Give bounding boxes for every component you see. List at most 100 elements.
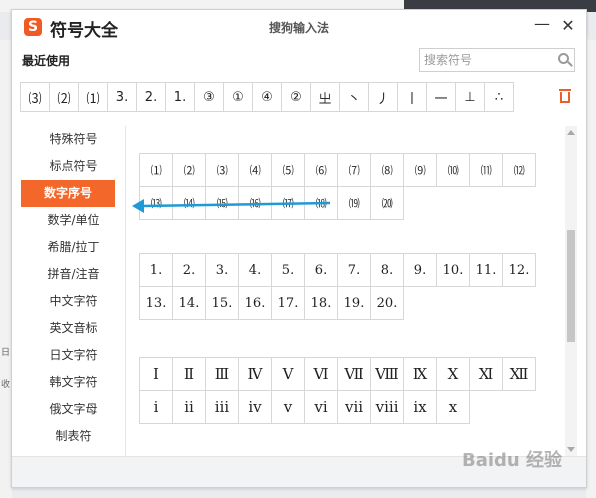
close-button[interactable]: ✕ (558, 16, 578, 36)
recent-label: 最近使用 (22, 54, 71, 68)
symbol-cell[interactable]: Ⅶ (337, 357, 371, 391)
symbol-cell[interactable]: ⅹ (436, 390, 470, 424)
symbol-cell[interactable]: ⑴ (139, 153, 173, 187)
sidebar-item[interactable]: 制表符 (21, 423, 126, 450)
recent-symbol[interactable]: 2. (136, 82, 166, 112)
symbol-cell[interactable]: 4. (238, 253, 272, 287)
symbol-cell[interactable]: Ⅷ (370, 357, 404, 391)
sidebar-item[interactable]: 英文音标 (21, 315, 126, 342)
symbol-cell[interactable]: ⑹ (304, 153, 338, 187)
sidebar-item[interactable]: 中文字符 (21, 288, 126, 315)
recent-symbol[interactable]: ⑶ (20, 82, 50, 112)
recent-symbols: ⑶ ⑵ ⑴ 3. 2. 1. ③ ① ④ ② 㞢丶丿丨一 ⊥ ∴ (20, 82, 514, 112)
sidebar-item[interactable]: 俄文字母 (21, 396, 126, 423)
symbol-cell[interactable]: 8. (370, 253, 404, 287)
symbol-cell[interactable]: ⑷ (238, 153, 272, 187)
search-icon[interactable] (558, 53, 569, 64)
symbol-cell[interactable]: ⒆ (337, 186, 371, 220)
recent-symbol[interactable]: ④ (252, 82, 282, 112)
symbol-cell[interactable]: Ⅹ (436, 357, 470, 391)
symbol-cell[interactable]: ⅴ (271, 390, 305, 424)
recent-symbol[interactable]: ① (223, 82, 253, 112)
recent-symbol[interactable]: 丿 (368, 82, 398, 112)
symbol-cell[interactable]: 6. (304, 253, 338, 287)
scroll-down-arrow-icon[interactable] (567, 447, 575, 452)
symbol-cell[interactable]: 14. (172, 286, 206, 320)
recent-symbol[interactable]: 1. (165, 82, 195, 112)
symbol-cell[interactable]: 7. (337, 253, 371, 287)
symbol-cell[interactable]: ⑿ (502, 153, 536, 187)
sidebar-item[interactable]: 拼音/注音 (21, 261, 126, 288)
scroll-thumb[interactable] (567, 230, 575, 342)
recent-symbol[interactable]: 一 (426, 82, 456, 112)
scroll-up-arrow-icon[interactable] (567, 130, 575, 135)
symbol-cell[interactable]: ⅰ (139, 390, 173, 424)
symbol-cell[interactable]: ⅲ (205, 390, 239, 424)
symbol-cell[interactable]: Ⅳ (238, 357, 272, 391)
symbol-cell[interactable]: 15. (205, 286, 239, 320)
symbol-cell[interactable]: ⑽ (436, 153, 470, 187)
symbol-cell[interactable]: ⅳ (238, 390, 272, 424)
background-right-strip (586, 40, 596, 498)
symbol-row: 1. 2. 3. 4. 5. 6. 7. 8. 9. 10. 11. 12. (139, 253, 536, 287)
sidebar-item[interactable]: 数字序号 (21, 180, 115, 207)
symbol-cell[interactable]: Ⅻ (502, 357, 536, 391)
symbol-cell[interactable]: 19. (337, 286, 371, 320)
symbol-cell[interactable]: 20. (370, 286, 404, 320)
symbol-cell[interactable]: 16. (238, 286, 272, 320)
symbol-cell[interactable]: Ⅺ (469, 357, 503, 391)
recent-symbol[interactable]: ⑴ (78, 82, 108, 112)
symbol-cell[interactable]: Ⅸ (403, 357, 437, 391)
symbol-cell[interactable]: ⑺ (337, 153, 371, 187)
recent-symbol[interactable]: ⑵ (49, 82, 79, 112)
symbol-scrollbar[interactable] (565, 126, 577, 456)
symbol-cell[interactable]: Ⅴ (271, 357, 305, 391)
symbol-cell[interactable]: Ⅲ (205, 357, 239, 391)
symbol-cell[interactable]: ⑾ (469, 153, 503, 187)
recent-symbol[interactable]: 丶 (339, 82, 369, 112)
symbol-cell[interactable]: ⑼ (403, 153, 437, 187)
symbol-cell[interactable]: 1. (139, 253, 173, 287)
symbol-cell[interactable]: ⑵ (172, 153, 206, 187)
recent-symbol[interactable]: 丨 (397, 82, 427, 112)
recent-symbol[interactable]: ⊥ (455, 82, 485, 112)
symbol-cell[interactable]: ⒇ (370, 186, 404, 220)
symbol-cell[interactable]: 5. (271, 253, 305, 287)
symbol-cell[interactable]: ⑶ (205, 153, 239, 187)
symbol-cell[interactable]: ⑻ (370, 153, 404, 187)
symbol-cell[interactable]: 12. (502, 253, 536, 287)
recent-symbol[interactable]: ∴ (484, 82, 514, 112)
recent-symbol[interactable]: ② (281, 82, 311, 112)
sidebar-item[interactable]: 特殊符号 (21, 126, 126, 153)
sidebar-item[interactable]: 韩文字符 (21, 369, 126, 396)
recent-symbol[interactable]: 㞢 (310, 82, 340, 112)
symbol-cell[interactable]: ⅱ (172, 390, 206, 424)
sidebar-item[interactable]: 数学/单位 (21, 207, 126, 234)
search-box[interactable] (419, 48, 575, 72)
symbol-cell[interactable]: ⅸ (403, 390, 437, 424)
symbol-cell[interactable]: 3. (205, 253, 239, 287)
symbol-cell[interactable]: Ⅰ (139, 357, 173, 391)
sidebar-item[interactable]: 标点符号 (21, 153, 126, 180)
symbol-cell[interactable]: 18. (304, 286, 338, 320)
symbol-cell[interactable]: ⅶ (337, 390, 371, 424)
symbol-cell[interactable]: Ⅱ (172, 357, 206, 391)
symbol-cell[interactable]: 9. (403, 253, 437, 287)
recent-symbol[interactable]: 3. (107, 82, 137, 112)
sidebar-item[interactable]: 日文字符 (21, 342, 126, 369)
symbol-cell[interactable]: 10. (436, 253, 470, 287)
sidebar-item[interactable]: 希腊/拉丁 (21, 234, 126, 261)
search-input[interactable] (420, 49, 558, 71)
minimize-button[interactable]: — (532, 14, 552, 34)
symbol-cell[interactable]: 13. (139, 286, 173, 320)
symbol-cell[interactable]: 17. (271, 286, 305, 320)
symbol-cell[interactable]: 2. (172, 253, 206, 287)
recent-symbol[interactable]: ③ (194, 82, 224, 112)
symbol-cell[interactable]: ⑸ (271, 153, 305, 187)
symbol-cell[interactable]: Ⅵ (304, 357, 338, 391)
symbol-row: ⅠⅡⅢⅣⅤⅥⅦⅧⅨⅩⅪⅫ (139, 357, 536, 391)
symbol-cell[interactable]: 11. (469, 253, 503, 287)
symbol-cell[interactable]: ⅷ (370, 390, 404, 424)
trash-icon[interactable] (558, 88, 572, 104)
symbol-cell[interactable]: ⅵ (304, 390, 338, 424)
